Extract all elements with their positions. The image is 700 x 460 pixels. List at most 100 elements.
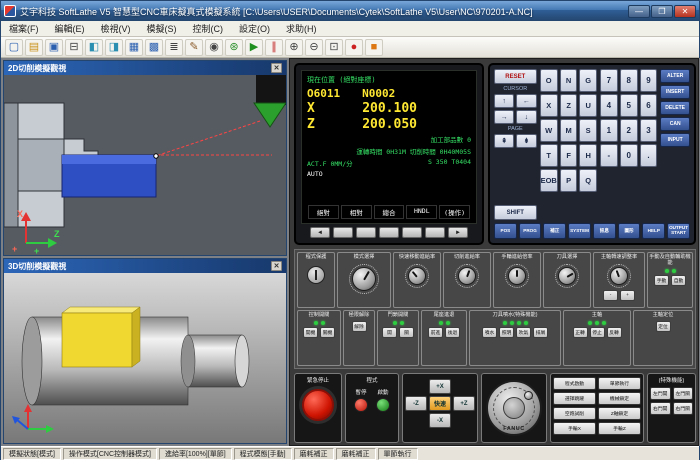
panel-button[interactable]: 反轉 [607,327,622,338]
view-3d-icon[interactable]: ◨ [105,39,123,56]
mdi-address-key[interactable]: W [540,119,558,142]
mdi-number-key[interactable]: - [600,144,618,167]
zoom-out-icon[interactable]: ⊖ [305,39,323,56]
crt-bezel-key[interactable] [379,227,399,238]
zoom-in-icon[interactable]: ⊕ [285,39,303,56]
mdi-number-key[interactable]: 5 [620,94,638,117]
jog-rapid-key[interactable]: 快速 [429,396,451,411]
crt-bezel-key[interactable] [425,227,445,238]
mdi-edit-key[interactable]: CAN [660,117,690,131]
mdi-function-key[interactable]: 補正 [543,223,566,239]
crt-bezel-key[interactable] [356,227,376,238]
mdi-number-key[interactable]: 0 [620,144,638,167]
crt-softkey[interactable]: (操作) [439,205,470,219]
mdi-number-key[interactable]: 6 [640,94,658,117]
door-button[interactable]: 右門開 [650,402,671,415]
zoom-fit-icon[interactable]: ⊡ [325,39,343,56]
panel-2d-canvas[interactable]: X + Z + [4,75,286,255]
panel-button[interactable]: 開 [382,327,397,338]
mdi-address-key[interactable]: H [579,144,597,167]
panel-button[interactable]: 照明 [499,327,514,338]
mdi-address-key[interactable]: T [540,144,558,167]
cursor-arrow-key[interactable]: → [494,110,514,124]
mdi-address-key[interactable]: O [540,69,558,92]
mdi-number-key[interactable]: 1 [600,119,618,142]
mdi-edit-key[interactable]: ALTER [660,69,690,83]
jog-z-minus-key[interactable]: -Z [405,396,427,411]
function-button[interactable]: 選擇跳躍 [553,392,596,405]
crt-bezel-key[interactable] [402,227,422,238]
function-button[interactable]: 程式啟動 [553,377,596,390]
crt-bezel-key[interactable]: ◄ [310,227,330,238]
menu-item[interactable]: 求助(H) [278,21,325,36]
function-button[interactable]: 空跑試削 [553,407,596,420]
jog-z-plus-key[interactable]: +Z [453,396,475,411]
mdi-address-key[interactable]: S [579,119,597,142]
print-icon[interactable]: ⊟ [65,39,83,56]
cursor-arrow-key[interactable]: ↓ [516,110,536,124]
minimize-button[interactable]: — [628,5,650,18]
panel-2d-titlebar[interactable]: 2D切削模擬觀視 ✕ [4,61,286,75]
panel-button[interactable]: 手動 [654,275,669,286]
cursor-arrow-key[interactable]: ↑ [494,94,514,108]
close-icon[interactable]: ✕ [271,63,282,73]
mdi-number-key[interactable]: 8 [620,69,638,92]
feed-hold-button[interactable] [354,398,368,412]
program-list-icon[interactable]: ≣ [165,39,183,56]
crt-bezel-key[interactable] [333,227,353,238]
panel-button[interactable]: 關機 [320,327,335,338]
mdi-number-key[interactable]: 9 [640,69,658,92]
shift-key[interactable]: SHIFT [494,205,537,220]
cursor-arrow-key[interactable]: ← [516,94,536,108]
mdi-address-key[interactable]: Z [560,94,578,117]
panel-button[interactable]: 解除 [352,321,367,332]
panel-button[interactable]: 開機 [303,327,318,338]
mdi-address-key[interactable]: N [560,69,578,92]
menu-item[interactable]: 檔案(F) [1,21,47,36]
mode-select-knob[interactable] [352,267,376,291]
program-protect-keyswitch[interactable] [307,266,325,284]
jog-x-plus-key[interactable]: +X [429,379,451,394]
close-button[interactable]: ✕ [674,5,696,18]
panel-button[interactable]: 自動 [671,275,686,286]
reset-key[interactable]: RESET [494,69,537,84]
crt-softkey[interactable]: 相對 [341,205,372,219]
menu-item[interactable]: 控制(C) [185,21,232,36]
crt-softkey[interactable]: 總合 [374,205,405,219]
panel-button[interactable]: 排屑 [533,327,548,338]
mdi-function-key[interactable]: 圖形 [618,223,641,239]
menu-item[interactable]: 設定(O) [231,21,278,36]
simulate-pause-icon[interactable]: ∥ [265,39,283,56]
spindle-override-knob[interactable] [610,267,628,285]
page-key[interactable]: ⇞ [494,134,514,148]
crt-softkey[interactable]: 絕對 [308,205,339,219]
mdi-function-key[interactable]: OUTPUT START [667,223,690,239]
crt-bezel-key[interactable]: ► [448,227,468,238]
function-button[interactable]: 手輪X [553,422,596,435]
mdi-address-key[interactable]: P [560,169,578,192]
mdi-function-key[interactable]: HELP [642,223,665,239]
new-file-icon[interactable]: ▢ [5,39,23,56]
open-file-icon[interactable]: ▤ [25,39,43,56]
stop-icon[interactable]: ■ [365,39,383,56]
mdi-address-key[interactable]: F [560,144,578,167]
page-key[interactable]: ⇟ [516,134,536,148]
mdi-function-key[interactable]: 訊息 [593,223,616,239]
panel-button[interactable]: 後退 [445,327,460,338]
handwheel-handle[interactable] [524,391,533,400]
mdi-function-key[interactable]: POS [494,223,517,239]
mdi-edit-key[interactable]: INSERT [660,85,690,99]
emergency-stop-button[interactable] [302,389,334,421]
knob-control-icon[interactable]: ◉ [205,39,223,56]
view-2d-icon[interactable]: ◧ [85,39,103,56]
mdi-address-key[interactable]: G [579,69,597,92]
mdi-function-key[interactable]: PROG [519,223,542,239]
mdi-address-key[interactable]: U [579,94,597,117]
record-icon[interactable]: ● [345,39,363,56]
handle-multiplier-knob[interactable] [508,267,526,285]
mdi-number-key[interactable]: 2 [620,119,638,142]
function-button[interactable]: 單節執行 [598,377,641,390]
panel-button[interactable]: 前進 [428,327,443,338]
mdi-number-key[interactable]: 3 [640,119,658,142]
menu-item[interactable]: 檢視(V) [93,21,139,36]
